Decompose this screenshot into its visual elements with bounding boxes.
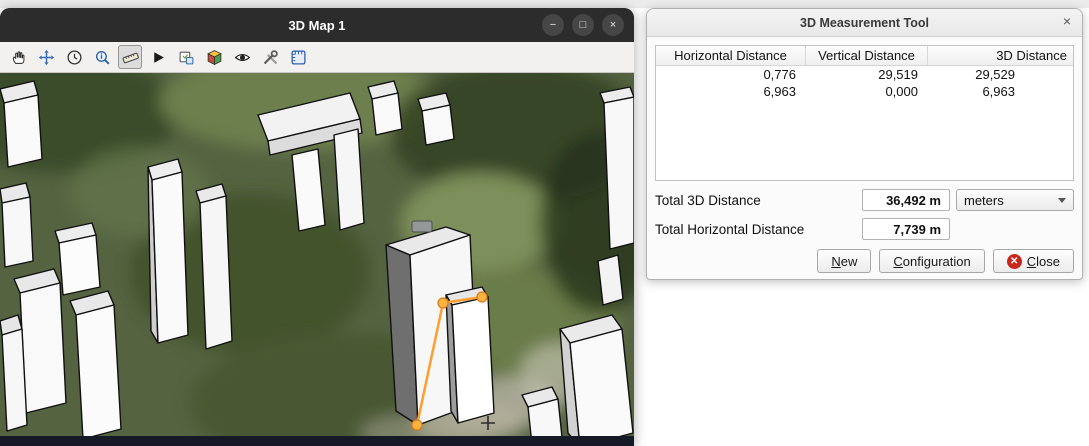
header-vertical-distance[interactable]: Vertical Distance [806, 46, 928, 65]
desktop-background-strip [0, 0, 1089, 8]
total-horizontal-distance-field[interactable]: 7,739 m [862, 218, 950, 240]
units-dropdown[interactable]: meters [956, 189, 1074, 211]
chevron-down-icon [1058, 198, 1066, 203]
map-label-tag [412, 221, 432, 232]
identify-icon[interactable] [90, 45, 114, 69]
map-window-titlebar[interactable]: 3D Map 1 − □ × [0, 8, 634, 42]
export-scene-icon[interactable] [174, 45, 198, 69]
map-3d-canvas [0, 73, 634, 446]
table-row[interactable]: 6,963 0,000 6,963 [656, 83, 1073, 100]
cell-3d: 29,529 [928, 66, 1073, 83]
close-red-icon: ✕ [1007, 254, 1022, 269]
units-dropdown-value: meters [964, 193, 1004, 208]
dialog-title: 3D Measurement Tool [800, 16, 929, 30]
camera-view-icon[interactable] [230, 45, 254, 69]
measure-line-icon[interactable] [118, 45, 142, 69]
total-3d-distance-field[interactable]: 36,492 m [862, 189, 950, 211]
dialog-body: Horizontal Distance Vertical Distance 3D… [647, 37, 1082, 280]
cell-vertical: 29,519 [806, 66, 928, 83]
map-window-title: 3D Map 1 [288, 18, 345, 33]
animation-icon[interactable] [62, 45, 86, 69]
map-bottom-strip [0, 436, 634, 446]
map-toolbar [0, 42, 634, 73]
total-horizontal-distance-label: Total Horizontal Distance [655, 222, 856, 237]
zoom-full-icon[interactable] [34, 45, 58, 69]
header-3d-distance[interactable]: 3D Distance [928, 46, 1073, 65]
cell-horizontal: 6,963 [656, 83, 806, 100]
configuration-button[interactable]: Configuration [879, 249, 984, 273]
total-3d-distance-label: Total 3D Distance [655, 193, 856, 208]
new-button[interactable]: New [817, 249, 871, 273]
measurement-vertex[interactable] [412, 420, 422, 430]
dialog-buttons: New Configuration ✕ Close [655, 249, 1074, 273]
cell-3d: 6,963 [928, 83, 1073, 100]
cell-vertical: 0,000 [806, 83, 928, 100]
dialog-titlebar[interactable]: 3D Measurement Tool × [647, 9, 1082, 37]
cell-horizontal: 0,776 [656, 66, 806, 83]
totals-section: Total 3D Distance 36,492 m meters Total … [655, 189, 1074, 240]
table-row[interactable]: 0,776 29,519 29,529 [656, 66, 1073, 83]
map-3d-scene[interactable] [0, 73, 634, 446]
dialog-close-icon[interactable]: × [1063, 14, 1071, 28]
measurement-vertex[interactable] [438, 298, 448, 308]
measurement-dialog: 3D Measurement Tool × Horizontal Distanc… [646, 8, 1083, 280]
header-horizontal-distance[interactable]: Horizontal Distance [656, 46, 806, 65]
measurement-vertex[interactable] [477, 292, 487, 302]
3d-effects-icon[interactable] [202, 45, 226, 69]
configure-icon[interactable] [258, 45, 282, 69]
table-header-row: Horizontal Distance Vertical Distance 3D… [656, 46, 1073, 66]
pan-icon[interactable] [6, 45, 30, 69]
measurement-table: Horizontal Distance Vertical Distance 3D… [655, 45, 1074, 181]
map-window: 3D Map 1 − □ × [0, 8, 634, 446]
close-button[interactable]: ✕ Close [993, 249, 1074, 273]
maximize-icon[interactable]: □ [572, 14, 594, 36]
close-icon[interactable]: × [602, 14, 624, 36]
window-controls: − □ × [542, 14, 624, 36]
minimize-icon[interactable]: − [542, 14, 564, 36]
measure-area-icon[interactable] [286, 45, 310, 69]
play-animation-icon[interactable] [146, 45, 170, 69]
